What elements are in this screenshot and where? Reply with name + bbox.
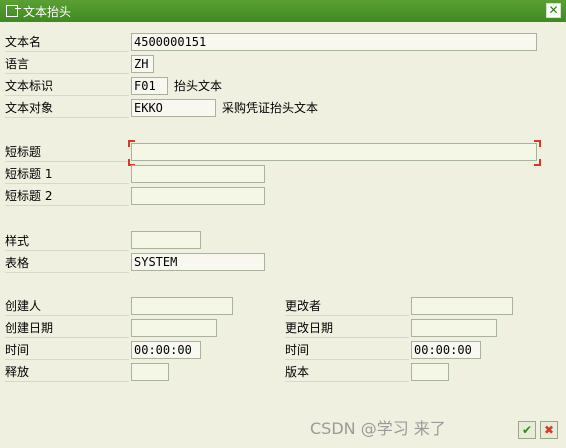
- confirm-button[interactable]: ✔: [518, 421, 536, 439]
- window-title: 文本抬头: [23, 4, 72, 19]
- label-underline: [5, 359, 129, 360]
- label-underline: [5, 183, 129, 184]
- check-icon: ✔: [521, 423, 533, 437]
- label-underline: [5, 381, 129, 382]
- cancel-icon: ✖: [543, 423, 555, 437]
- text-object-field[interactable]: EKKO: [131, 99, 216, 117]
- created-time-label: 时间: [5, 343, 30, 357]
- short-title-1-field[interactable]: [131, 165, 265, 183]
- changed-date-field[interactable]: [411, 319, 497, 337]
- short-title-label: 短标题: [5, 145, 42, 159]
- cancel-button[interactable]: ✖: [540, 421, 558, 439]
- changed-by-field[interactable]: [411, 297, 513, 315]
- text-header-icon: [6, 5, 21, 17]
- text-id-label: 文本标识: [5, 79, 54, 93]
- text-object-description: 采购凭证抬头文本: [222, 101, 319, 115]
- label-underline: [5, 161, 129, 162]
- changed-by-label: 更改者: [285, 299, 322, 313]
- label-underline: [285, 381, 409, 382]
- dialog-content: 文本名 4500000151 语言 ZH 文本标识 F01 抬头文本 文本对象 …: [0, 22, 566, 428]
- version-label: 版本: [285, 365, 310, 379]
- created-by-field[interactable]: [131, 297, 233, 315]
- form-field[interactable]: SYSTEM: [131, 253, 265, 271]
- focus-bracket: [534, 140, 541, 147]
- created-time-field[interactable]: 00:00:00: [131, 341, 201, 359]
- close-button[interactable]: ✕: [546, 3, 561, 18]
- label-underline: [5, 272, 129, 273]
- short-title-2-field[interactable]: [131, 187, 265, 205]
- label-underline: [285, 315, 409, 316]
- text-name-label: 文本名: [5, 35, 42, 49]
- label-underline: [5, 337, 129, 338]
- created-date-label: 创建日期: [5, 321, 54, 335]
- watermark: CSDN @学习 来了: [310, 419, 446, 438]
- short-title-1-label: 短标题 1: [5, 167, 53, 181]
- text-id-field[interactable]: F01: [131, 77, 168, 95]
- text-object-label: 文本对象: [5, 101, 54, 115]
- label-underline: [5, 51, 129, 52]
- short-title-field[interactable]: [131, 143, 537, 161]
- changed-date-label: 更改日期: [285, 321, 334, 335]
- style-label: 样式: [5, 234, 30, 248]
- changed-time-field[interactable]: 00:00:00: [411, 341, 481, 359]
- focus-bracket: [128, 140, 135, 147]
- focus-bracket: [534, 159, 541, 166]
- style-field[interactable]: [131, 231, 201, 249]
- language-field[interactable]: ZH: [131, 55, 154, 73]
- release-field[interactable]: [131, 363, 169, 381]
- dialog-footer: [0, 418, 566, 448]
- changed-time-label: 时间: [285, 343, 310, 357]
- label-underline: [285, 359, 409, 360]
- created-by-label: 创建人: [5, 299, 42, 313]
- window-title-bar: 文本抬头 ✕: [0, 0, 566, 22]
- release-label: 释放: [5, 365, 30, 379]
- label-underline: [5, 315, 129, 316]
- label-underline: [5, 205, 129, 206]
- short-title-2-label: 短标题 2: [5, 189, 53, 203]
- text-name-field[interactable]: 4500000151: [131, 33, 537, 51]
- label-underline: [285, 337, 409, 338]
- form-label: 表格: [5, 256, 30, 270]
- label-underline: [5, 250, 129, 251]
- text-id-description: 抬头文本: [174, 79, 223, 93]
- label-underline: [5, 95, 129, 96]
- language-label: 语言: [5, 57, 30, 71]
- label-underline: [5, 117, 129, 118]
- label-underline: [5, 73, 129, 74]
- version-field[interactable]: [411, 363, 449, 381]
- created-date-field[interactable]: [131, 319, 217, 337]
